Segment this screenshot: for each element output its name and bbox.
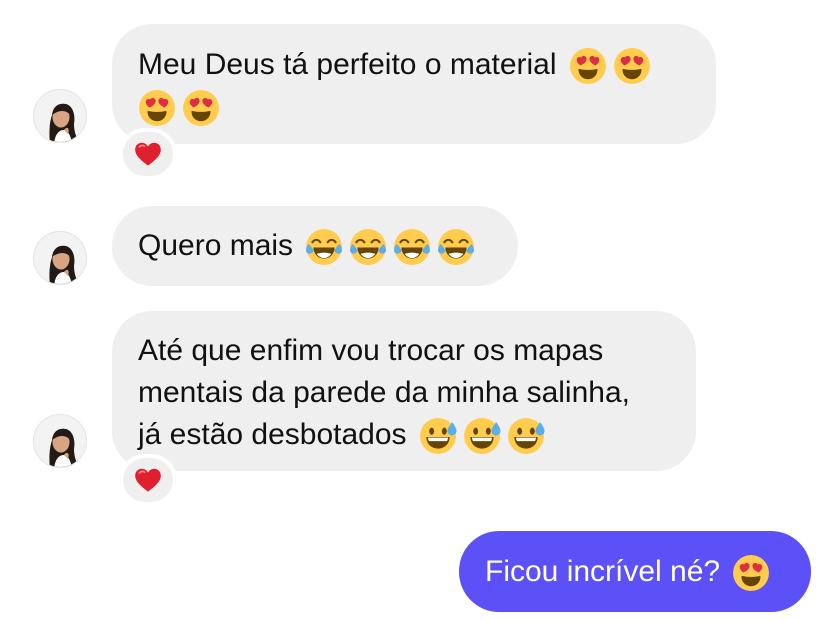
message-line: Quero mais bbox=[138, 225, 490, 267]
heart-eyes-emoji-icon bbox=[732, 554, 770, 592]
tears-of-joy-emoji-icon bbox=[437, 228, 475, 266]
message-line: Até que enfim vou trocar os mapas bbox=[138, 334, 604, 367]
message-bubble[interactable]: Quero mais bbox=[112, 206, 518, 286]
heart-eyes-emoji-icon bbox=[182, 89, 220, 127]
message-line: mentais da parede da minha salinha, bbox=[138, 376, 630, 409]
tears-of-joy-emoji-icon bbox=[349, 228, 387, 266]
grinning-sweat-emoji-icon bbox=[463, 417, 501, 455]
sender-avatar[interactable] bbox=[33, 89, 87, 143]
red-heart-icon bbox=[134, 467, 162, 493]
heart-eyes-emoji-icon bbox=[138, 89, 176, 127]
heart-reaction-badge[interactable] bbox=[119, 128, 177, 180]
message-line: Ficou incrível né? bbox=[485, 551, 787, 593]
sender-avatar[interactable] bbox=[33, 231, 87, 285]
message-bubble[interactable]: Meu Deus tá perfeito o material bbox=[112, 24, 716, 144]
heart-eyes-emoji-icon bbox=[613, 47, 651, 85]
sender-avatar[interactable] bbox=[33, 414, 87, 468]
message-bubble[interactable]: Até que enfim vou trocar os mapas mentai… bbox=[112, 311, 696, 471]
grinning-sweat-emoji-icon bbox=[419, 417, 457, 455]
tears-of-joy-emoji-icon bbox=[305, 228, 343, 266]
message-line bbox=[138, 86, 688, 128]
message-line: já estão desbotados bbox=[138, 414, 668, 456]
outgoing-message-bubble[interactable]: Ficou incrível né? bbox=[459, 531, 811, 612]
heart-reaction-badge[interactable] bbox=[119, 454, 177, 506]
grinning-sweat-emoji-icon bbox=[507, 417, 545, 455]
tears-of-joy-emoji-icon bbox=[393, 228, 431, 266]
message-line: Meu Deus tá perfeito o material bbox=[138, 44, 688, 86]
heart-eyes-emoji-icon bbox=[569, 47, 607, 85]
red-heart-icon bbox=[134, 141, 162, 167]
